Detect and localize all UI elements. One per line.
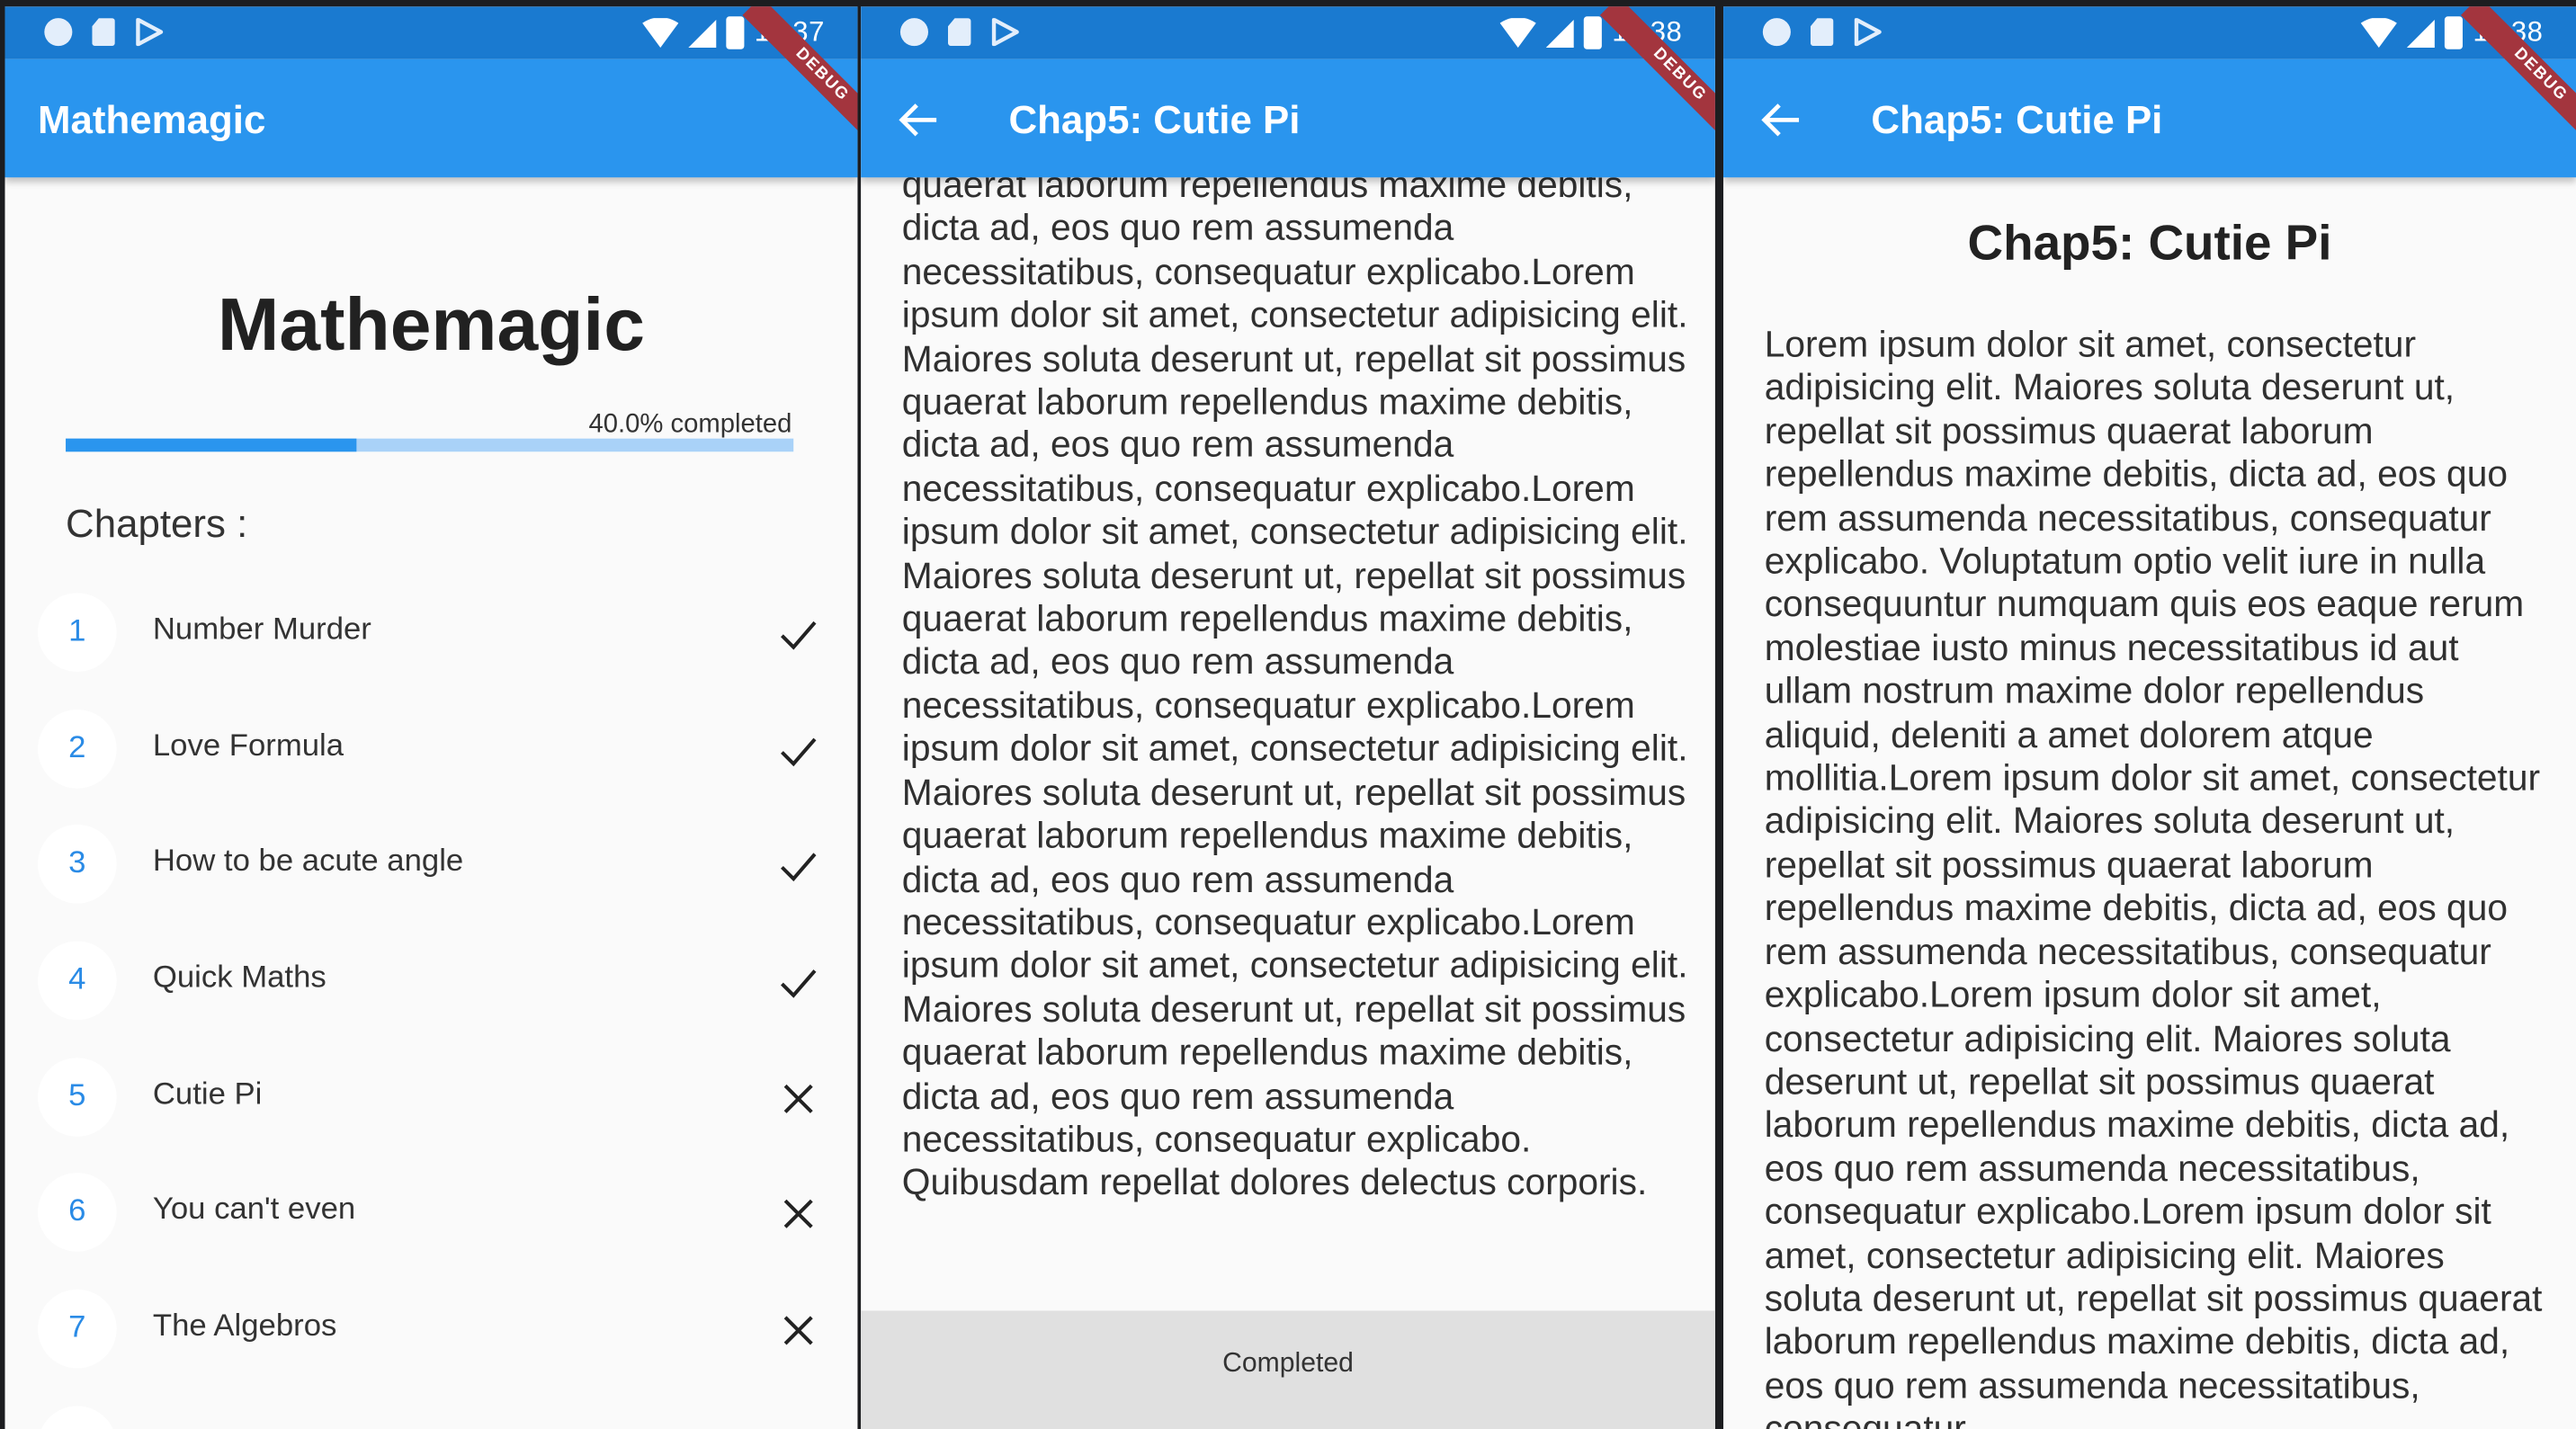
chapter-number-avatar: 1 [38, 593, 117, 673]
page-title: Mathemagic [217, 282, 645, 367]
progress-bar-fill [66, 438, 357, 452]
chapter-number-avatar: 6 [38, 1173, 117, 1253]
notification-circle-icon [44, 18, 73, 47]
play-store-icon [1854, 18, 1882, 47]
battery-icon [1584, 16, 1603, 49]
play-store-icon [991, 18, 1019, 47]
back-arrow-icon[interactable] [1759, 99, 1802, 141]
chapter-title: How to be acute angle [152, 844, 464, 880]
chapter-title: Cutie Pi [152, 1076, 263, 1112]
chapter-number-avatar: 7 [38, 1289, 117, 1369]
chapter-number-avatar: 2 [38, 709, 117, 789]
sd-card-icon [92, 18, 115, 47]
app-bar-title: Mathemagic [38, 98, 266, 143]
home-screen: 11:37 Mathemagic DEBUG Mathemagic 40.0% … [4, 6, 858, 1429]
wifi-icon [642, 18, 679, 48]
chapter-title: The Algebros [152, 1308, 337, 1344]
screens-sheet: 11:37 Mathemagic DEBUG Mathemagic 40.0% … [0, 0, 2576, 1429]
progress-label: 40.0% completed [588, 410, 792, 439]
close-icon [783, 1084, 813, 1113]
app-bar: Mathemagic DEBUG [4, 6, 858, 178]
check-icon [781, 737, 817, 766]
chapter-screen: 11:38 Chap5: Cutie Pi DEBUG Chap5: Cutie… [1723, 6, 2576, 1429]
status-bar: 11:38 [1723, 6, 2576, 59]
app-bar-title: Chap5: Cutie Pi [1871, 98, 2163, 143]
app-bar: Chap5: Cutie Pi DEBUG [1723, 6, 2576, 178]
status-bar: 11:38 [861, 6, 1715, 59]
chapter-number-avatar: 4 [38, 941, 117, 1021]
battery-icon [726, 16, 745, 49]
close-icon [783, 1316, 813, 1345]
cell-signal-icon [688, 19, 717, 48]
completed-button[interactable]: Completed [861, 1310, 1715, 1429]
notification-circle-icon [899, 18, 928, 47]
completed-button-label: Completed [1222, 1348, 1354, 1379]
wifi-icon [2361, 18, 2398, 48]
battery-icon [2445, 16, 2464, 49]
chapter-list-item[interactable]: 4 Quick Maths [4, 920, 857, 1036]
chapter-list-item[interactable]: 5 Cutie Pi [4, 1036, 857, 1152]
sd-card-icon [947, 18, 971, 47]
app-bar: Chap5: Cutie Pi DEBUG [861, 6, 1715, 178]
chapter-list-item[interactable]: 1 Number Murder [4, 572, 857, 688]
chapter-list-item[interactable]: 2 Love Formula [4, 688, 857, 804]
wifi-icon [1500, 18, 1537, 48]
progress-bar [66, 438, 794, 452]
sd-card-icon [1810, 18, 1834, 47]
reader-screen: 11:38 Chap5: Cutie Pi DEBUG quaerat labo… [861, 6, 1715, 1429]
cell-signal-icon [2407, 19, 2436, 48]
chapter-number-avatar: 3 [38, 825, 117, 905]
chapter-text: Lorem ipsum dolor sit amet, consectetur … [1764, 323, 2543, 1429]
status-bar: 11:37 [4, 6, 858, 59]
play-store-icon [136, 18, 164, 47]
notification-circle-icon [1762, 18, 1791, 47]
chapter-list: 1 Number Murder 2 Love Formula 3 How to … [4, 572, 857, 1429]
check-icon [781, 969, 817, 998]
back-arrow-icon[interactable] [897, 99, 939, 141]
chapter-number-avatar: 5 [38, 1057, 117, 1137]
chapter-title: Love Formula [152, 728, 344, 764]
chapter-number-avatar [38, 1406, 117, 1429]
chapters-heading: Chapters : [66, 502, 248, 548]
check-icon [781, 621, 817, 650]
chapter-list-item-partial[interactable] [4, 1384, 857, 1429]
chapter-text: quaerat laborum repellendus maxime debit… [901, 164, 1688, 1203]
chapter-title: Number Murder [152, 612, 371, 648]
close-icon [783, 1200, 813, 1229]
app-bar-title: Chap5: Cutie Pi [1008, 98, 1301, 143]
chapter-list-item[interactable]: 7 The Algebros [4, 1268, 857, 1384]
cell-signal-icon [1546, 19, 1575, 48]
check-icon [781, 853, 817, 882]
chapter-title: Quick Maths [152, 960, 326, 996]
chapter-heading: Chap5: Cutie Pi [1967, 217, 2332, 272]
chapter-list-item[interactable]: 3 How to be acute angle [4, 804, 857, 920]
chapter-title: You can't even [152, 1192, 356, 1228]
chapter-list-item[interactable]: 6 You can't even [4, 1152, 857, 1268]
